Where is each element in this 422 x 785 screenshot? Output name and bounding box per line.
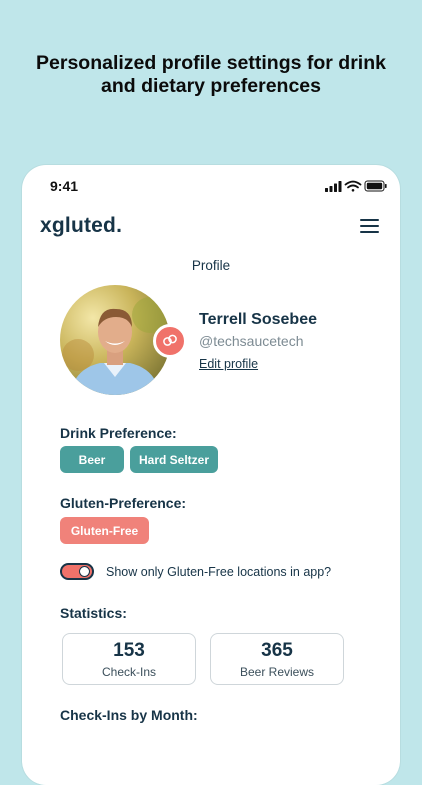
chip-beer[interactable]: Beer xyxy=(60,446,124,473)
headline-line-1: Personalized profile settings for drink xyxy=(36,52,386,74)
wifi-icon xyxy=(344,180,362,192)
chip-gluten-free[interactable]: Gluten-Free xyxy=(60,517,149,544)
battery-icon xyxy=(364,180,387,192)
status-icons xyxy=(325,180,387,192)
marketing-headline: Personalized profile settings for drink … xyxy=(0,52,422,98)
brand-logo: xgluted. xyxy=(40,214,123,237)
stat-card-beer-reviews[interactable]: 365 Beer Reviews xyxy=(210,633,344,685)
status-time: 9:41 xyxy=(50,178,79,194)
gluten-free-badge-icon[interactable] xyxy=(153,324,187,358)
drink-preference-label: Drink Preference: xyxy=(60,425,177,441)
check-ins-by-month-label: Check-Ins by Month: xyxy=(60,707,198,723)
chip-hard-seltzer[interactable]: Hard Seltzer xyxy=(130,446,218,473)
cellular-signal-icon xyxy=(325,181,342,192)
statistics-label: Statistics: xyxy=(60,605,127,621)
toggle-knob xyxy=(79,566,90,577)
profile-name: Terrell Sosebee xyxy=(199,311,317,328)
stat-value: 365 xyxy=(261,640,293,661)
stat-label: Beer Reviews xyxy=(239,665,315,679)
edit-profile-link[interactable]: Edit profile xyxy=(199,357,258,371)
stat-label: Check-Ins xyxy=(101,665,157,679)
gluten-preference-label: Gluten-Preference: xyxy=(60,495,187,511)
stat-value: 153 xyxy=(113,640,145,661)
toggle-label: Show only Gluten-Free locations in app? xyxy=(106,565,332,579)
gluten-free-locations-toggle[interactable] xyxy=(60,563,94,580)
hamburger-menu-icon[interactable] xyxy=(360,218,380,234)
headline-line-2: and dietary preferences xyxy=(100,75,321,97)
profile-handle: @techsaucetech xyxy=(199,333,304,349)
stat-card-check-ins[interactable]: 153 Check-Ins xyxy=(62,633,196,685)
page-title: Profile xyxy=(191,258,231,273)
